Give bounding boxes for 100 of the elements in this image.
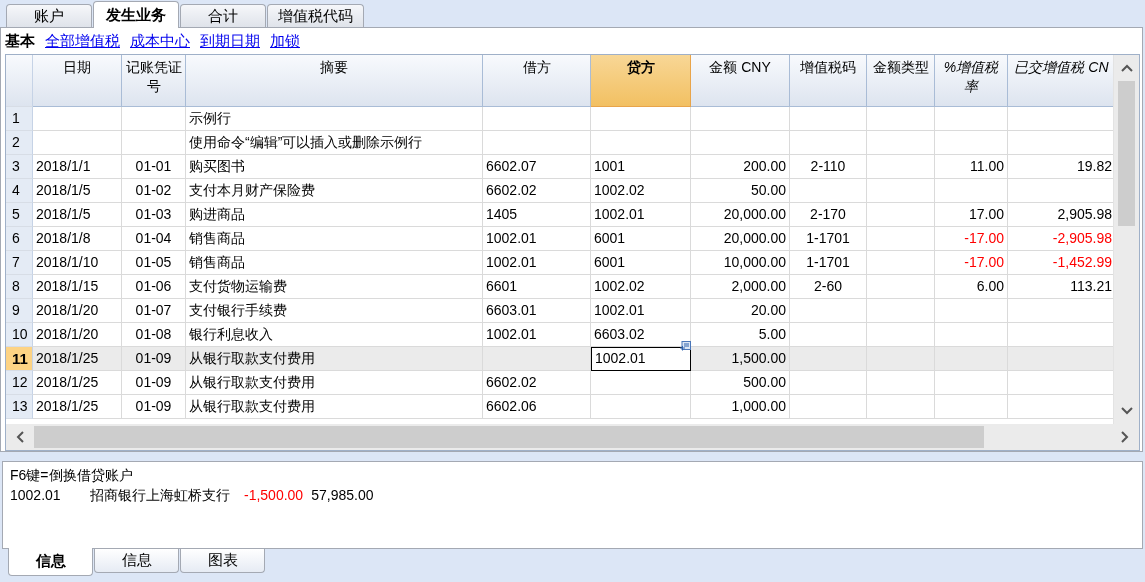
- table-cell: 17.00: [935, 203, 1008, 227]
- view-link[interactable]: 成本中心: [130, 32, 190, 52]
- table-cell: 6602.06: [483, 395, 591, 419]
- tab[interactable]: 增值税代码: [267, 4, 364, 27]
- table-cell: 1-1701: [790, 251, 867, 275]
- amount-value: -1,500.00: [244, 486, 304, 505]
- row-number[interactable]: 3: [6, 155, 33, 179]
- row-number[interactable]: 1: [6, 107, 33, 131]
- scroll-left-icon[interactable]: [16, 431, 24, 443]
- table-cell: 11.00: [935, 155, 1008, 179]
- column-header[interactable]: 已交增值税 CN: [1008, 55, 1113, 107]
- table-cell[interactable]: 1002.01: [591, 347, 691, 371]
- table-cell: 购买图书: [186, 155, 483, 179]
- table-cell: 销售商品: [186, 251, 483, 275]
- table-cell: 1001: [591, 155, 691, 179]
- table-cell: 2018/1/15: [33, 275, 122, 299]
- table-cell: [867, 251, 935, 275]
- column-header[interactable]: 金额 CNY: [691, 55, 790, 107]
- table-cell: 20.00: [691, 299, 790, 323]
- table-cell: 1002.01: [483, 227, 591, 251]
- column-header[interactable]: 日期: [33, 55, 122, 107]
- row-number[interactable]: 5: [6, 203, 33, 227]
- table-cell: [867, 347, 935, 371]
- row-number[interactable]: 8: [6, 275, 33, 299]
- table-cell: 2-60: [790, 275, 867, 299]
- table-cell: [867, 299, 935, 323]
- table-cell: 01-09: [122, 347, 186, 371]
- scroll-thumb[interactable]: [34, 426, 984, 448]
- row-number[interactable]: 4: [6, 179, 33, 203]
- table-cell: 6001: [591, 251, 691, 275]
- table-cell: 10,000.00: [691, 251, 790, 275]
- tab[interactable]: 发生业务: [93, 1, 179, 28]
- tab[interactable]: 图表: [180, 549, 265, 573]
- table-cell: 01-09: [122, 395, 186, 419]
- table-cell: 6601: [483, 275, 591, 299]
- table-cell: 1,500.00: [691, 347, 790, 371]
- column-header[interactable]: 摘要: [186, 55, 483, 107]
- column-header[interactable]: 借方: [483, 55, 591, 107]
- column-header[interactable]: 贷方: [591, 55, 691, 107]
- table-cell: 01-03: [122, 203, 186, 227]
- table-cell: 01-07: [122, 299, 186, 323]
- table-cell: 2,000.00: [691, 275, 790, 299]
- table-cell: 6602.07: [483, 155, 591, 179]
- view-link[interactable]: 加锁: [270, 32, 300, 52]
- table-cell: 从银行取款支付费用: [186, 347, 483, 371]
- tab[interactable]: 信息: [94, 549, 179, 573]
- table-cell: [867, 395, 935, 419]
- table-cell: 使用命令“编辑”可以插入或删除示例行: [186, 131, 483, 155]
- table-cell: 1002.01: [591, 203, 691, 227]
- table-cell: 01-09: [122, 371, 186, 395]
- table-cell: 50.00: [691, 179, 790, 203]
- table-cell: [867, 275, 935, 299]
- table-cell: 2018/1/20: [33, 299, 122, 323]
- table-cell: 01-01: [122, 155, 186, 179]
- list-icon[interactable]: [679, 341, 691, 353]
- table-cell: 01-05: [122, 251, 186, 275]
- row-number[interactable]: 12: [6, 371, 33, 395]
- row-number[interactable]: 7: [6, 251, 33, 275]
- view-link[interactable]: 到期日期: [200, 32, 260, 52]
- table-cell: [867, 155, 935, 179]
- row-number[interactable]: 9: [6, 299, 33, 323]
- vertical-scrollbar[interactable]: [1113, 55, 1139, 424]
- table-cell: 2018/1/8: [33, 227, 122, 251]
- table-cell: [122, 131, 186, 155]
- scroll-down-icon[interactable]: [1120, 407, 1133, 415]
- table-cell: [867, 179, 935, 203]
- column-header[interactable]: 增值税码: [790, 55, 867, 107]
- table-cell: 6602.02: [483, 371, 591, 395]
- table-cell: 01-02: [122, 179, 186, 203]
- scroll-thumb[interactable]: [1118, 81, 1135, 226]
- table-cell: 2018/1/1: [33, 155, 122, 179]
- table-cell: [867, 227, 935, 251]
- table-cell: 支付银行手续费: [186, 299, 483, 323]
- view-link[interactable]: 全部增值税: [45, 32, 120, 52]
- table-cell: 1,000.00: [691, 395, 790, 419]
- column-header[interactable]: 记账凭证号: [122, 55, 186, 107]
- row-number[interactable]: 2: [6, 131, 33, 155]
- horizontal-scrollbar[interactable]: [6, 424, 1139, 450]
- row-number[interactable]: 10: [6, 323, 33, 347]
- tab[interactable]: 账户: [6, 4, 92, 27]
- table-cell: 2018/1/10: [33, 251, 122, 275]
- column-header[interactable]: %增值税率: [935, 55, 1008, 107]
- table-cell: 6001: [591, 227, 691, 251]
- table-cell: 6602.02: [483, 179, 591, 203]
- table-cell: 01-06: [122, 275, 186, 299]
- scroll-up-icon[interactable]: [1120, 64, 1133, 72]
- tab[interactable]: 信息: [8, 548, 93, 576]
- table-cell: 2-110: [790, 155, 867, 179]
- tab[interactable]: 合计: [180, 4, 266, 27]
- row-number[interactable]: 11: [6, 347, 33, 371]
- table-cell: 1-1701: [790, 227, 867, 251]
- table-cell: 1002.01: [591, 299, 691, 323]
- row-number[interactable]: 6: [6, 227, 33, 251]
- table-cell: 1002.01: [483, 251, 591, 275]
- table-cell: [122, 107, 186, 131]
- scroll-right-icon[interactable]: [1121, 431, 1129, 443]
- row-number[interactable]: 13: [6, 395, 33, 419]
- view-link[interactable]: 基本: [5, 32, 35, 52]
- table-cell: 支付货物运输费: [186, 275, 483, 299]
- column-header[interactable]: 金额类型: [867, 55, 935, 107]
